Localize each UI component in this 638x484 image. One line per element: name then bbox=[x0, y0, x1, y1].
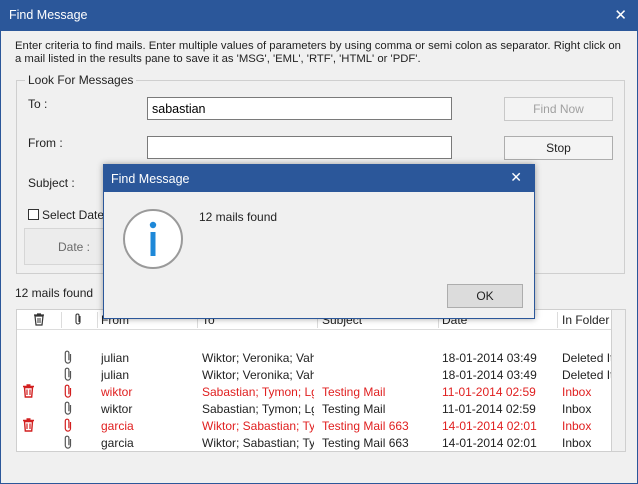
info-icon bbox=[122, 208, 184, 270]
cell-from: garcia bbox=[101, 436, 134, 450]
cell-date: 11-01-2014 02:59 bbox=[442, 385, 536, 399]
table-row[interactable]: wiktor Sabastian; Tymon; Lg... Testing Mai… bbox=[17, 383, 611, 400]
table-row[interactable]: garcia Wiktor; Sabastian; Ty... Testing Ma… bbox=[17, 434, 611, 451]
group-legend: Look For Messages bbox=[25, 73, 137, 87]
cell-to: Sabastian; Tymon; Lg... bbox=[202, 385, 314, 399]
cell-folder: Deleted It bbox=[562, 368, 612, 382]
instructions-text: Enter criteria to find mails. Enter mult… bbox=[15, 40, 621, 65]
cell-subject: Testing Mail 663 bbox=[322, 419, 409, 433]
from-label: From : bbox=[28, 136, 63, 150]
find-now-button[interactable]: Find Now bbox=[504, 97, 613, 121]
attachment-icon bbox=[63, 367, 73, 382]
results-grid[interactable]: From To Subject Date In Folder julian Wik… bbox=[16, 309, 612, 452]
cell-subject: Testing Mail bbox=[322, 402, 386, 416]
deleted-trash-icon bbox=[22, 418, 36, 432]
cell-folder: Inbox bbox=[562, 402, 592, 416]
cell-date: 14-01-2014 02:01 bbox=[442, 436, 537, 450]
cell-from: wiktor bbox=[101, 385, 133, 399]
ok-button[interactable]: OK bbox=[447, 284, 523, 308]
dialog-message: 12 mails found bbox=[199, 210, 278, 224]
cell-subject: Testing Mail bbox=[322, 385, 386, 399]
cell-date: 18-01-2014 03:49 bbox=[442, 351, 537, 365]
window-titlebar: Find Message ✕ bbox=[1, 1, 637, 31]
header-delete-icon[interactable] bbox=[33, 313, 45, 329]
cell-to: Wiktor; Veronika; Vah... bbox=[202, 368, 314, 382]
cell-folder: Inbox bbox=[562, 419, 592, 433]
column-header-in-folder[interactable]: In Folder bbox=[562, 313, 609, 327]
window-title: Find Message bbox=[9, 8, 88, 22]
grid-filter-row[interactable] bbox=[17, 331, 611, 350]
attachment-icon bbox=[63, 401, 73, 416]
date-button[interactable]: Date : bbox=[24, 228, 114, 265]
cell-date: 18-01-2014 03:49 bbox=[442, 368, 537, 382]
cell-from: wiktor bbox=[101, 402, 133, 416]
cell-folder: Deleted It bbox=[562, 351, 612, 365]
dialog-titlebar: Find Message ✕ bbox=[104, 165, 534, 192]
attachment-icon bbox=[63, 384, 73, 399]
cell-date: 11-01-2014 02:59 bbox=[442, 402, 536, 416]
from-input[interactable] bbox=[147, 136, 452, 159]
dialog-close-icon[interactable]: ✕ bbox=[510, 169, 522, 186]
attachment-icon bbox=[63, 350, 73, 365]
cell-folder: Inbox bbox=[562, 385, 592, 399]
cell-to: Sabastian; Tymon; Lg... bbox=[202, 402, 314, 416]
horizontal-scrollbar[interactable] bbox=[16, 452, 626, 469]
to-input[interactable] bbox=[147, 97, 452, 120]
cell-from: julian bbox=[101, 368, 130, 382]
select-date-checkbox[interactable] bbox=[28, 209, 39, 220]
results-dialog: Find Message ✕ 12 mails found OK bbox=[103, 164, 535, 319]
mails-found-count: 12 mails found bbox=[15, 286, 94, 300]
table-row[interactable]: julian Wiktor; Veronika; Vah... 18-01-2014… bbox=[17, 349, 611, 366]
attachment-icon bbox=[63, 435, 73, 450]
header-attachment-icon[interactable] bbox=[74, 313, 82, 329]
stop-button[interactable]: Stop bbox=[504, 136, 613, 160]
cell-date: 14-01-2014 02:01 bbox=[442, 419, 537, 433]
table-row[interactable]: julian Wiktor; Veronika; Vah... 18-01-2014… bbox=[17, 366, 611, 383]
cell-folder: Inbox bbox=[562, 436, 592, 450]
cell-subject: Testing Mail 663 bbox=[322, 436, 409, 450]
cell-to: Wiktor; Sabastian; Ty... bbox=[202, 419, 314, 433]
table-row[interactable]: wiktor Sabastian; Tymon; Lg... Testing Mai… bbox=[17, 400, 611, 417]
deleted-trash-icon bbox=[22, 384, 36, 398]
cell-from: garcia bbox=[101, 419, 134, 433]
cell-to: Wiktor; Veronika; Vah... bbox=[202, 351, 314, 365]
cell-from: julian bbox=[101, 351, 130, 365]
date-label: Date : bbox=[58, 240, 91, 254]
window-close-icon[interactable]: ✕ bbox=[614, 6, 627, 24]
table-row[interactable]: garcia Wiktor; Sabastian; Ty... Testing Ma… bbox=[17, 417, 611, 434]
attachment-icon bbox=[63, 418, 73, 433]
vertical-scrollbar[interactable] bbox=[612, 309, 626, 452]
cell-to: Wiktor; Sabastian; Ty... bbox=[202, 436, 314, 450]
dialog-title: Find Message bbox=[111, 172, 190, 186]
subject-label: Subject : bbox=[28, 176, 75, 190]
to-label: To : bbox=[28, 97, 48, 111]
